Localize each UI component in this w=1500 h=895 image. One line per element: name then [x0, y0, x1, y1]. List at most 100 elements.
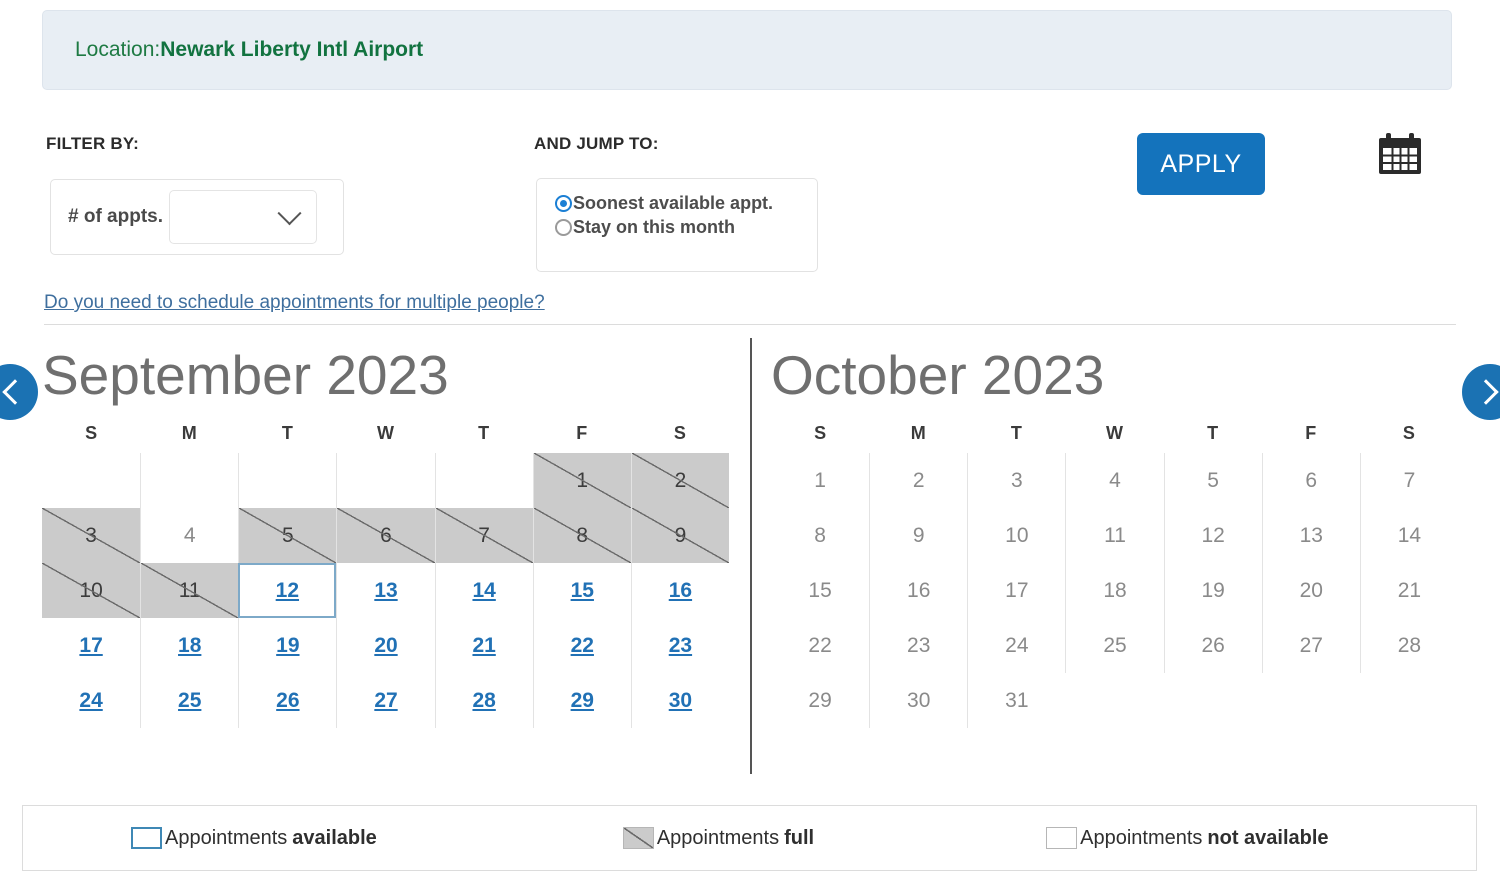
calendars-container: September 2023 SMTWTFS 1 2 3 4 5 6 7 8 9 10 11 12 13…	[42, 336, 1458, 776]
legend-item-not-available: Appointments not available	[1046, 827, 1329, 850]
day-link-28[interactable]: 28	[472, 689, 495, 713]
day-of-week-4: T	[1207, 423, 1219, 443]
day-cell-2: 2	[630, 453, 730, 508]
day-cell-empty	[434, 453, 533, 508]
day-of-week-3: W	[1105, 423, 1123, 443]
day-cell-14[interactable]: 14	[434, 563, 533, 618]
day-of-week-1: M	[181, 423, 197, 443]
day-cell-26[interactable]: 26	[238, 673, 336, 728]
day-link-17[interactable]: 17	[79, 634, 102, 658]
day-cell-18[interactable]: 18	[140, 618, 238, 673]
day-link-16[interactable]: 16	[669, 579, 692, 603]
day-cell-2: 2	[869, 453, 968, 508]
day-cell-31: 31	[967, 673, 1066, 728]
day-cell-7: 7	[1359, 453, 1458, 508]
day-of-week-3: W	[376, 423, 394, 443]
day-cell-30[interactable]: 30	[630, 673, 729, 728]
day-cell-16[interactable]: 16	[630, 563, 729, 618]
day-cell-13[interactable]: 13	[336, 563, 434, 618]
day-cell-15: 15	[771, 563, 870, 618]
day-cell-25: 25	[1065, 618, 1164, 673]
day-of-week-5: F	[1305, 423, 1317, 443]
day-link-21[interactable]: 21	[472, 634, 495, 658]
prev-month-button[interactable]	[0, 364, 38, 420]
day-of-week-0: S	[814, 423, 827, 443]
day-cell-16: 16	[869, 563, 968, 618]
day-link-14[interactable]: 14	[472, 579, 495, 603]
day-cell-9: 9	[869, 508, 968, 563]
radio-stay-on-month-input[interactable]	[555, 219, 572, 236]
day-cell-28: 28	[1359, 618, 1458, 673]
day-link-25[interactable]: 25	[178, 689, 201, 713]
day-cell-17[interactable]: 17	[42, 618, 140, 673]
day-link-22[interactable]: 22	[571, 634, 594, 658]
chevron-down-icon	[277, 200, 302, 225]
day-cell-12: 12	[1163, 508, 1262, 563]
legend-label-strong: available	[292, 826, 377, 849]
legend-item-available: Appointments available	[131, 827, 377, 850]
day-cell-empty	[140, 453, 238, 508]
day-link-20[interactable]: 20	[374, 634, 397, 658]
day-link-30[interactable]: 30	[669, 689, 692, 713]
day-link-26[interactable]: 26	[276, 689, 299, 713]
day-cell-25[interactable]: 25	[140, 673, 238, 728]
day-link-27[interactable]: 27	[374, 689, 397, 713]
day-cell-7: 7	[434, 508, 533, 563]
day-cell-12[interactable]: 12	[238, 563, 337, 618]
day-cell-24[interactable]: 24	[42, 673, 140, 728]
month-title: October 2023	[771, 344, 1105, 406]
day-link-19[interactable]: 19	[276, 634, 299, 658]
day-cell-empty	[336, 453, 434, 508]
day-of-week-5: F	[576, 423, 588, 443]
day-cell-empty	[42, 453, 140, 508]
day-cell-1: 1	[532, 453, 631, 508]
day-cell-empty	[238, 453, 336, 508]
day-cell-20[interactable]: 20	[336, 618, 434, 673]
day-cell-28[interactable]: 28	[434, 673, 533, 728]
day-of-week-4: T	[478, 423, 490, 443]
day-cell-10: 10	[967, 508, 1066, 563]
day-cell-4: 4	[140, 508, 239, 563]
day-cell-18: 18	[1065, 563, 1164, 618]
location-value: Newark Liberty Intl Airport	[160, 38, 424, 61]
day-cell-20: 20	[1261, 563, 1360, 618]
radio-soonest-available-input[interactable]	[555, 195, 572, 212]
day-of-week-2: T	[281, 423, 293, 443]
day-link-13[interactable]: 13	[374, 579, 397, 603]
day-link-15[interactable]: 15	[571, 579, 594, 603]
day-cell-22: 22	[771, 618, 870, 673]
day-link-23[interactable]: 23	[669, 634, 692, 658]
day-cell-29: 29	[771, 673, 870, 728]
day-cell-19[interactable]: 19	[238, 618, 336, 673]
day-of-week-1: M	[910, 423, 926, 443]
day-cell-30: 30	[869, 673, 968, 728]
legend-swatch-available	[131, 827, 162, 849]
day-of-week-0: S	[85, 423, 98, 443]
day-cell-27[interactable]: 27	[336, 673, 434, 728]
radio-stay-on-month[interactable]: Stay on this month	[555, 217, 817, 238]
day-link-12[interactable]: 12	[276, 579, 299, 603]
days-grid: 1 2 3 4 5 6 7 8 9 10 11 12 13 14 15 16 17 18 19 20 21 22 23 24 2…	[42, 453, 730, 728]
day-link-24[interactable]: 24	[79, 689, 102, 713]
day-cell-6: 6	[336, 508, 435, 563]
radio-soonest-available[interactable]: Soonest available appt.	[555, 193, 817, 214]
day-cell-23[interactable]: 23	[630, 618, 729, 673]
num-appts-select[interactable]	[169, 190, 318, 244]
day-cell-15[interactable]: 15	[532, 563, 631, 618]
apply-button[interactable]: APPLY	[1137, 133, 1265, 195]
day-link-29[interactable]: 29	[571, 689, 594, 713]
next-month-button[interactable]	[1462, 364, 1500, 420]
day-cell-22[interactable]: 22	[532, 618, 631, 673]
day-cell-21[interactable]: 21	[434, 618, 533, 673]
day-of-week-2: T	[1010, 423, 1022, 443]
jump-to-box: Soonest available appt. Stay on this mon…	[536, 178, 818, 272]
day-link-18[interactable]: 18	[178, 634, 201, 658]
day-cell-17: 17	[967, 563, 1066, 618]
day-of-week-header: SMTWTFS	[42, 423, 729, 453]
calendar-icon[interactable]	[1376, 131, 1424, 177]
day-cell-10: 10	[42, 563, 141, 618]
filter-by-box: # of appts.	[50, 179, 344, 255]
days-grid: 1 2 3 4 5 6 7 8 9 10 11 12 13 14 15 16 17 18 19 20 21 22 23 24 2…	[771, 453, 1458, 728]
multiple-people-link[interactable]: Do you need to schedule appointments for…	[44, 292, 545, 314]
day-cell-29[interactable]: 29	[532, 673, 631, 728]
